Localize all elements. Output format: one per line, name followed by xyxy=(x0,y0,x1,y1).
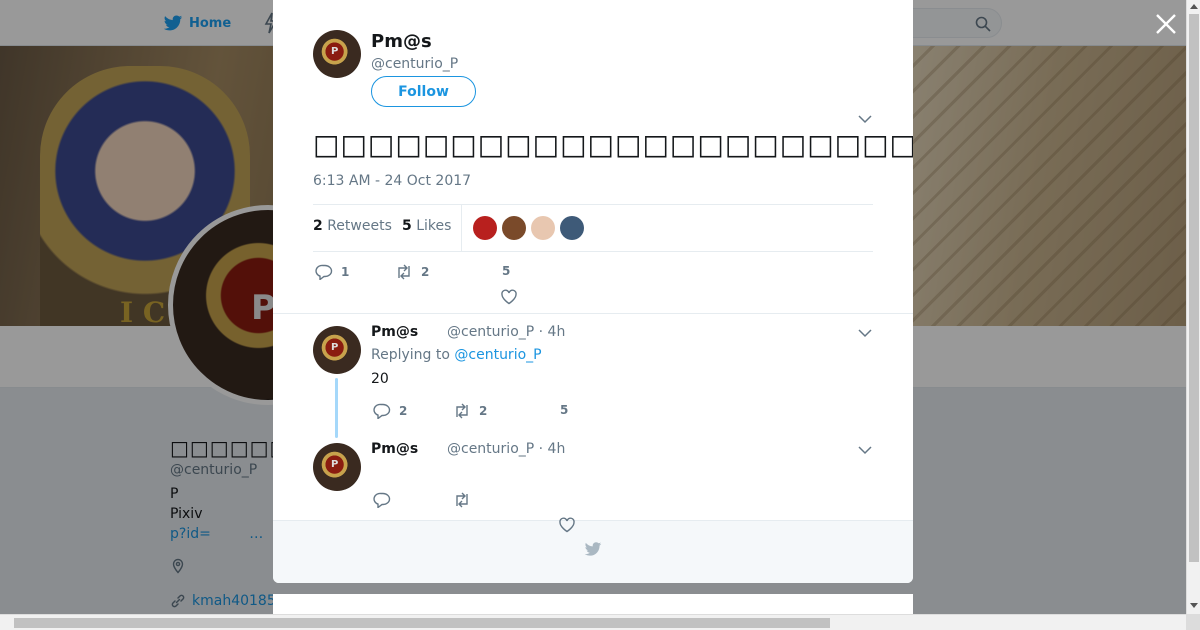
like-count: 5 xyxy=(560,403,569,417)
likes-count: 5 xyxy=(402,218,412,234)
chevron-down-icon[interactable] xyxy=(858,114,872,124)
tweet-text: □□□□□□□□□□□□□□□□□□□□□□□□□□□□□□□□□□□□□□□□… xyxy=(313,128,913,161)
like-count: 5 xyxy=(502,264,511,278)
replying-to-label: Replying to xyxy=(371,347,450,363)
liker-avatar[interactable] xyxy=(560,216,584,240)
horizontal-scroll-thumb[interactable] xyxy=(14,618,830,628)
chevron-down-icon[interactable] xyxy=(858,445,872,455)
liker-avatar[interactable] xyxy=(531,216,555,240)
reply-action[interactable]: 2 xyxy=(373,403,407,419)
tweet-permalink-modal: P Pm@s @centurio_P Follow □□□□□□□□□□□□□□… xyxy=(273,0,913,583)
liker-avatar[interactable] xyxy=(502,216,526,240)
reply-action[interactable] xyxy=(373,492,391,508)
reply-author-name[interactable]: Pm@s xyxy=(371,324,418,340)
retweet-action[interactable]: 2 xyxy=(395,264,429,280)
avatar-letter: P xyxy=(331,46,339,57)
reply-icon xyxy=(315,264,333,280)
avatar-letter: P xyxy=(331,459,339,470)
tweet-timestamp[interactable]: 6:13 AM - 24 Oct 2017 xyxy=(313,173,471,189)
reply-author-avatar[interactable]: P xyxy=(313,326,361,374)
reply-author-name[interactable]: Pm@s xyxy=(371,441,418,457)
reply-author-meta[interactable]: @centurio_P · 4h xyxy=(447,441,565,457)
reply-count: 1 xyxy=(341,265,350,279)
reply-author-avatar[interactable]: P xyxy=(313,443,361,491)
retweet-icon xyxy=(398,264,410,280)
retweet-icon xyxy=(456,403,468,419)
replying-to: Replying to @centurio_P xyxy=(371,347,542,363)
reply-action[interactable]: 1 xyxy=(315,264,349,280)
likes-label: Likes xyxy=(416,218,452,234)
liker-avatar[interactable] xyxy=(473,216,497,240)
thread-separator xyxy=(273,313,913,314)
tweet-stats: 2 Retweets 5 Likes xyxy=(313,204,873,252)
retweets-stat[interactable]: 2 Retweets xyxy=(313,218,392,234)
background-card-peek xyxy=(273,594,913,614)
avatar-letter: P xyxy=(331,342,339,353)
heart-icon[interactable] xyxy=(500,289,518,305)
retweets-count: 2 xyxy=(313,218,323,234)
reply-text: 20 xyxy=(371,371,389,387)
heart-icon[interactable] xyxy=(558,517,576,533)
tweet-author-handle[interactable]: @centurio_P xyxy=(371,56,458,72)
scrollbar-corner xyxy=(1186,614,1200,630)
stats-divider xyxy=(461,205,462,251)
retweet-icon xyxy=(456,492,468,508)
like-count-label[interactable]: 5 xyxy=(560,403,568,417)
retweet-action[interactable] xyxy=(453,492,471,508)
tweet-author-name[interactable]: Pm@s xyxy=(371,31,432,52)
reply-icon xyxy=(373,492,391,508)
twitter-bird-icon xyxy=(584,542,602,556)
replying-to-handle[interactable]: @centurio_P xyxy=(454,347,541,363)
retweet-action[interactable]: 2 xyxy=(453,403,487,419)
thread-connector-line xyxy=(335,378,338,438)
reply-count: 2 xyxy=(399,404,408,418)
retweets-label: Retweets xyxy=(327,218,392,234)
horizontal-scrollbar[interactable] xyxy=(0,614,1186,630)
vertical-scroll-thumb[interactable] xyxy=(1189,14,1199,562)
close-icon[interactable] xyxy=(1153,11,1179,37)
tweet-author-avatar[interactable]: P xyxy=(313,30,361,78)
scroll-up-arrow[interactable] xyxy=(1190,4,1198,9)
like-count-label[interactable]: 5 xyxy=(502,264,510,278)
reply-icon xyxy=(373,403,391,419)
reply-author-meta[interactable]: @centurio_P · 4h xyxy=(447,324,565,340)
chevron-down-icon[interactable] xyxy=(858,328,872,338)
retweet-count: 2 xyxy=(479,404,488,418)
retweet-count: 2 xyxy=(421,265,430,279)
likes-stat[interactable]: 5 Likes xyxy=(402,218,451,234)
vertical-scrollbar[interactable] xyxy=(1186,0,1200,614)
follow-button[interactable]: Follow xyxy=(371,76,476,107)
modal-footer xyxy=(273,520,913,583)
scroll-down-arrow[interactable] xyxy=(1190,603,1198,608)
